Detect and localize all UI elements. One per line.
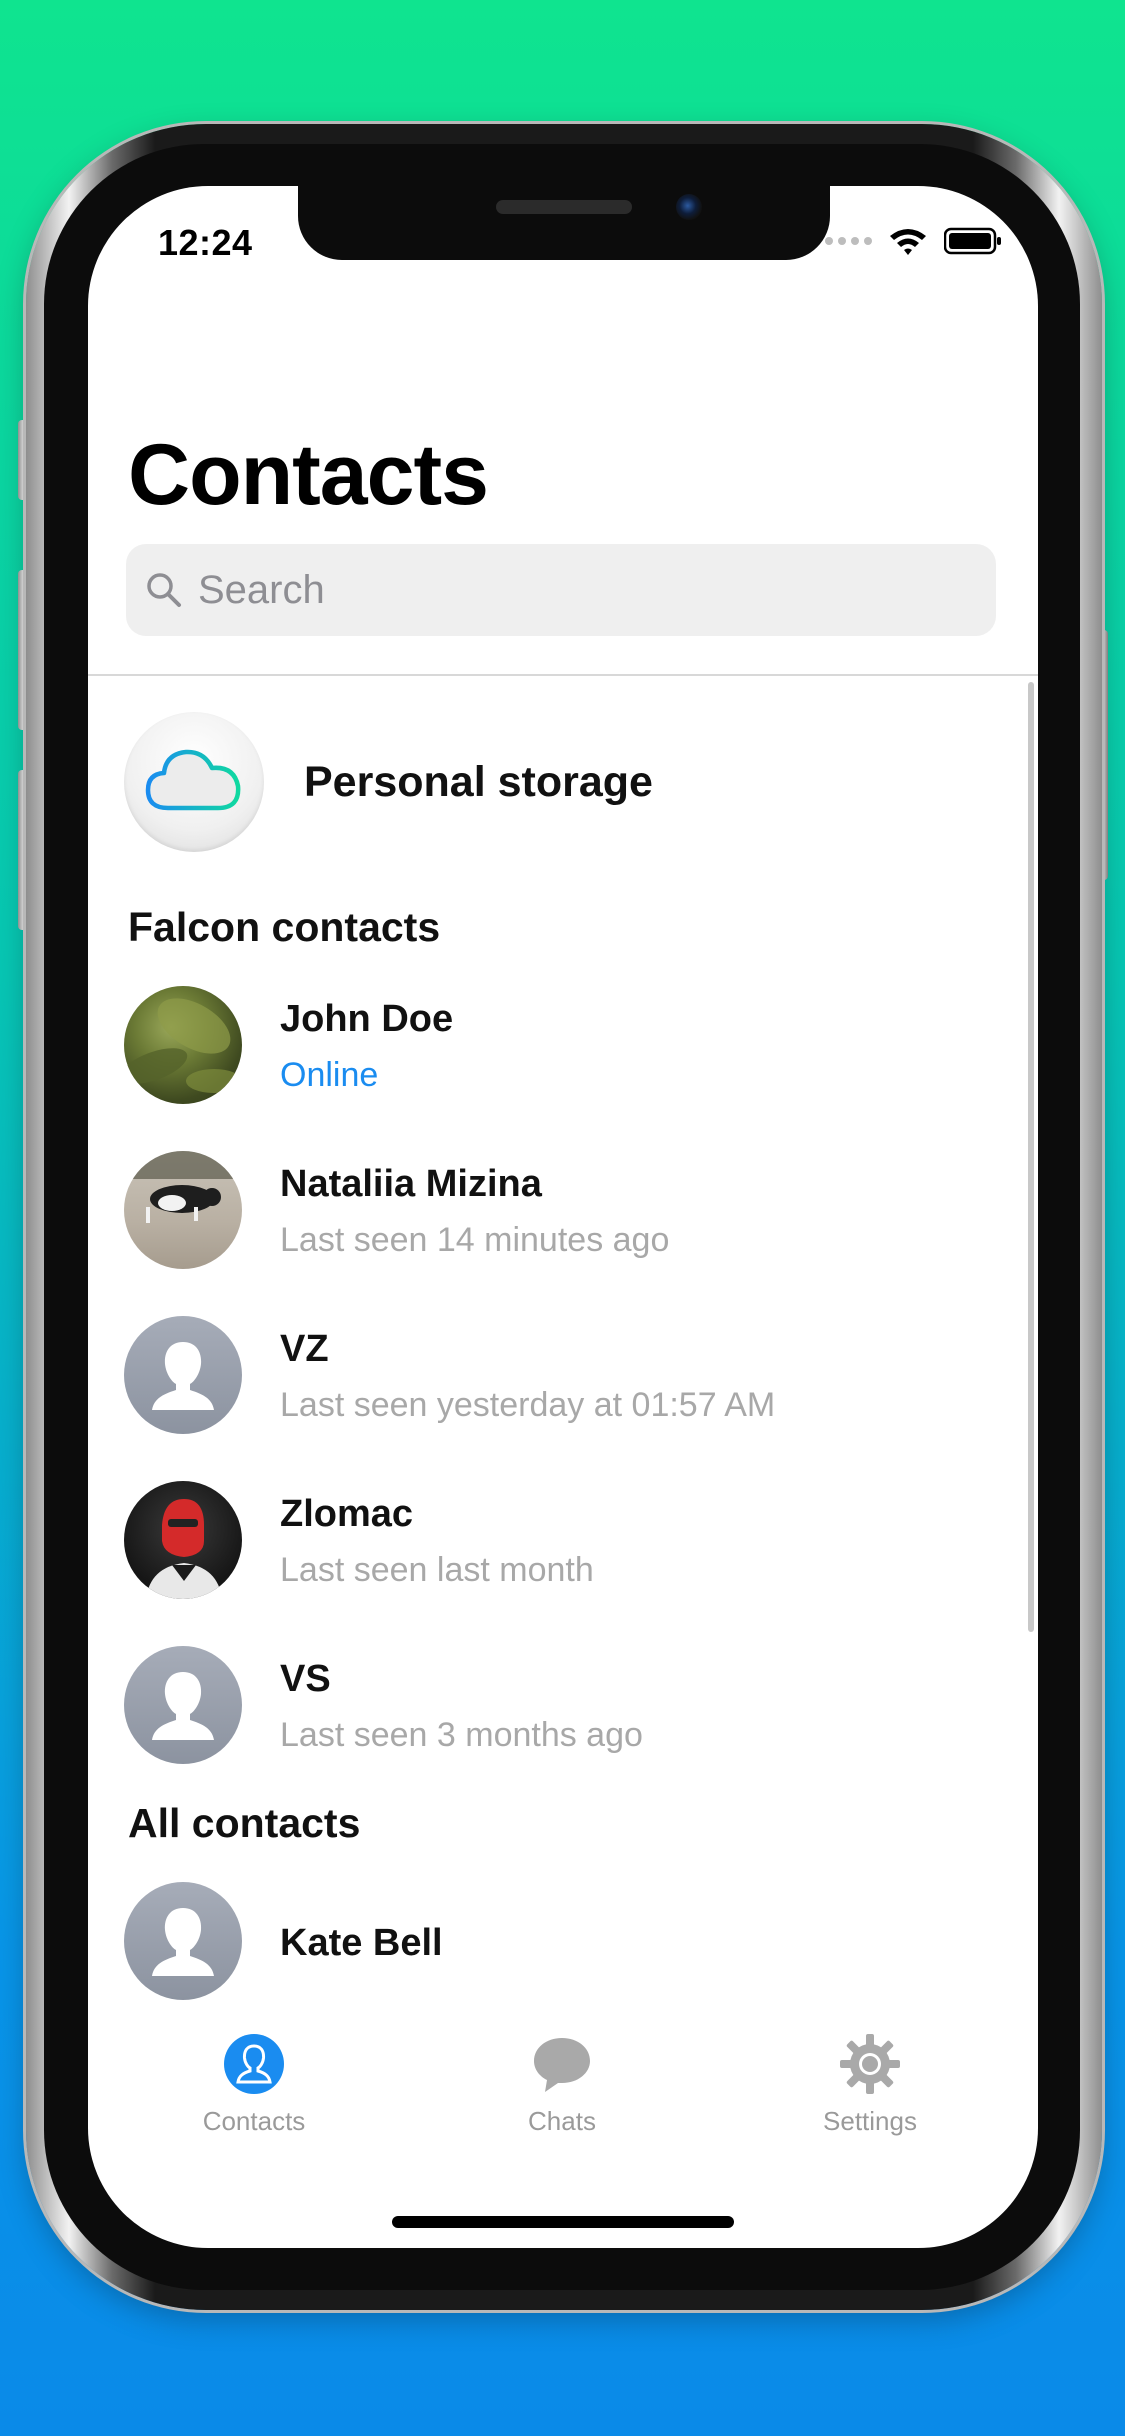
contact-row-vz[interactable]: VZ Last seen yesterday at 01:57 AM [124,1316,1004,1436]
contact-name: Kate Bell [280,1922,443,1964]
avatar [124,1151,242,1269]
search-input[interactable]: Search [126,544,996,636]
contact-row-john-doe[interactable]: John Doe Online [124,986,1004,1106]
default-person-avatar-icon [124,1646,242,1764]
tab-contacts[interactable]: Contacts [144,2032,364,2137]
tab-label: Chats [528,2106,596,2136]
home-indicator[interactable] [392,2216,734,2228]
contact-name: VS [280,1658,331,1700]
default-person-avatar-icon [124,1882,242,2000]
contact-row-nataliia-mizina[interactable]: Nataliia Mizina Last seen 14 minutes ago [124,1151,1004,1271]
chat-bubble-icon [534,2038,590,2092]
search-placeholder: Search [198,567,325,612]
page-title: Contacts [128,427,489,523]
contact-row-vs[interactable]: VS Last seen 3 months ago [124,1646,1004,1766]
notch [298,186,830,260]
magnifier-icon [147,573,181,607]
front-camera [676,194,702,220]
contact-status: Last seen 14 minutes ago [280,1221,670,1259]
contact-row-kate-bell[interactable]: Kate Bell [124,1882,1004,2002]
status-icons [825,226,1002,256]
contact-status: Online [280,1056,379,1094]
contact-name: John Doe [280,998,454,1040]
cloud-icon [145,749,241,811]
person-icon [224,2034,284,2094]
section-header-all: All contacts [128,1800,361,1846]
gear-icon [840,2034,900,2094]
earpiece-speaker [496,200,632,214]
header-divider [88,674,1038,676]
wifi-icon [890,229,926,255]
battery-icon [944,227,1001,255]
personal-storage-avatar [124,712,264,852]
screen: 12:24 Contacts Search Personal storage F… [88,186,1038,2248]
contact-name: VZ [280,1328,329,1370]
signal-dots-icon [825,237,872,245]
tab-label: Contacts [202,2106,306,2136]
contact-status: Last seen yesterday at 01:57 AM [280,1386,776,1424]
contact-status: Last seen last month [280,1551,594,1589]
personal-storage-label: Personal storage [304,757,653,806]
contact-name: Zlomac [280,1493,414,1535]
personal-storage-row[interactable]: Personal storage [124,712,653,852]
tab-chats[interactable]: Chats [452,2032,672,2137]
tab-settings[interactable]: Settings [760,2032,980,2137]
status-time: 12:24 [158,222,253,263]
section-header-falcon: Falcon contacts [128,904,441,950]
avatar [124,986,242,1104]
default-person-avatar-icon [124,1316,242,1434]
scrollbar[interactable] [1028,682,1034,1632]
tab-label: Settings [823,2106,917,2136]
contact-status: Last seen 3 months ago [280,1716,643,1754]
contact-row-zlomac[interactable]: Zlomac Last seen last month [124,1481,1004,1601]
avatar [124,1481,242,1599]
tab-bar: Contacts Chats Settings [88,2032,1038,2162]
contact-name: Nataliia Mizina [280,1163,542,1205]
